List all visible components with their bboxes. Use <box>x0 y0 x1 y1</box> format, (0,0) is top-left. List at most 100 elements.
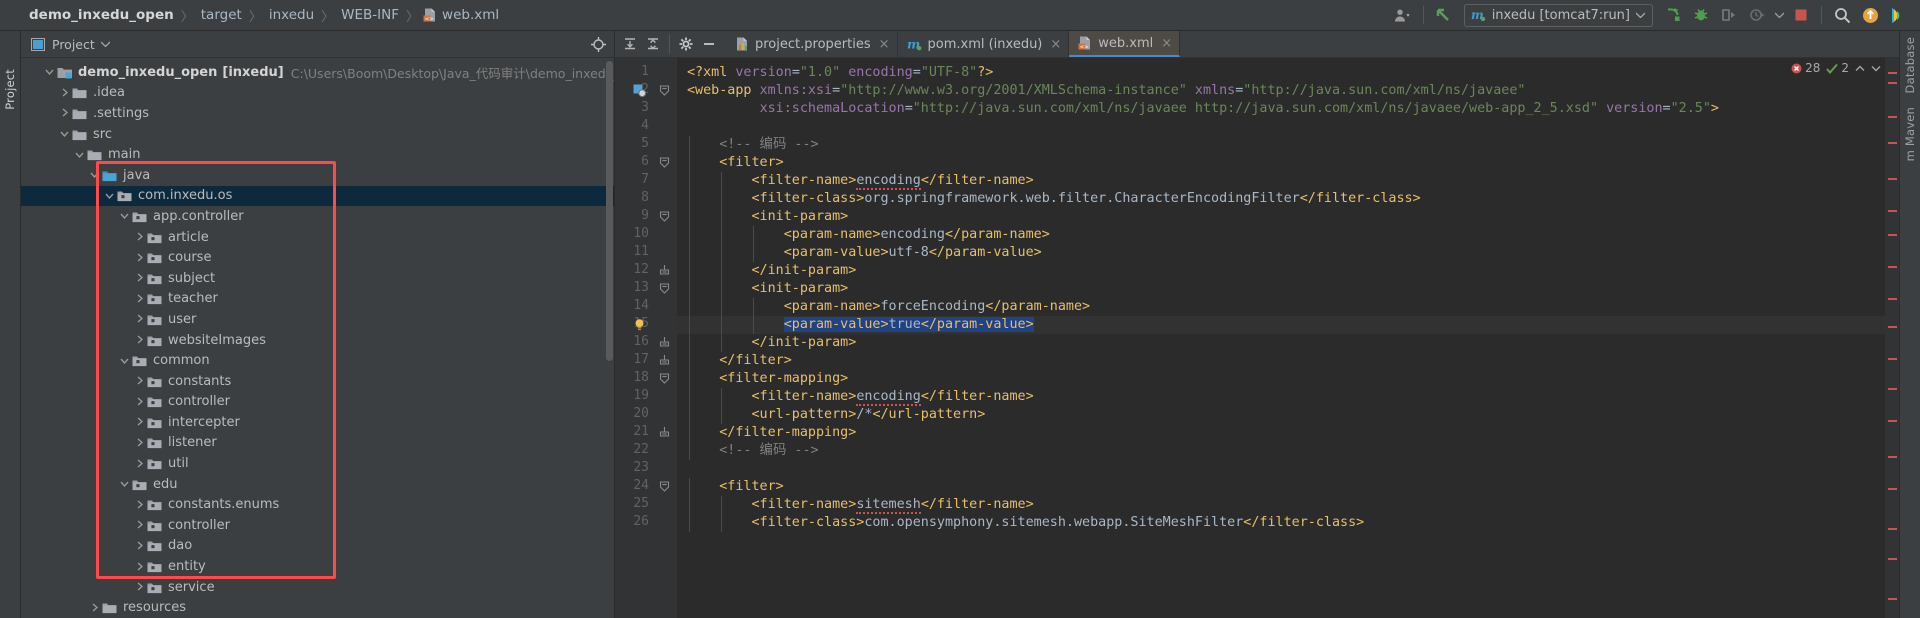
chevron-up-icon[interactable] <box>1855 65 1865 72</box>
code-line[interactable]: <init-param> <box>687 280 848 298</box>
fold-collapse-icon[interactable] <box>659 481 670 492</box>
chevron-down-icon[interactable] <box>88 170 101 180</box>
chevron-right-icon[interactable] <box>133 541 146 551</box>
chevron-down-icon[interactable] <box>118 356 131 366</box>
code-line[interactable]: <filter-name>sitemesh</filter-name> <box>687 496 1034 514</box>
back-arrow-icon[interactable] <box>1430 2 1458 28</box>
chevron-right-icon[interactable] <box>133 253 146 263</box>
breadcrumb-item-inxedu[interactable]: inxedu <box>262 7 321 23</box>
chevron-right-icon[interactable] <box>133 500 146 510</box>
code-line[interactable]: </filter> <box>687 352 792 370</box>
tree-row[interactable]: resources <box>21 597 614 618</box>
minus-icon[interactable] <box>698 33 720 55</box>
chevron-right-icon[interactable] <box>133 397 146 407</box>
code-line[interactable]: <!-- 编码 --> <box>687 136 818 154</box>
code-line[interactable]: <!-- 编码 --> <box>687 442 818 460</box>
tree-row[interactable]: service <box>21 577 614 598</box>
chevron-right-icon[interactable] <box>133 335 146 345</box>
tree-row[interactable]: edu <box>21 474 614 495</box>
tree-row[interactable]: entity <box>21 556 614 577</box>
tree-row[interactable]: demo_inxedu_open [inxedu] C:\Users\Boom\De… <box>21 62 614 83</box>
fold-collapse-icon[interactable] <box>659 373 670 384</box>
code-line[interactable]: <?xml version="1.0" encoding="UTF-8"?> <box>687 64 993 82</box>
error-stripe-mark[interactable] <box>1888 210 1897 212</box>
run-button[interactable] <box>1659 2 1687 28</box>
code-line[interactable]: <url-pattern>/*</url-pattern> <box>687 406 985 424</box>
tree-row[interactable]: java <box>21 165 614 186</box>
error-stripe-mark[interactable] <box>1888 72 1897 74</box>
code-line[interactable]: <filter-class>com.opensymphony.sitemesh.… <box>687 514 1364 532</box>
tree-row-selected[interactable]: com.inxedu.os <box>21 185 614 207</box>
editor-tab-pom-xml-inxedu-[interactable]: m pom.xml (inxedu) × <box>898 31 1070 57</box>
run-configuration-selector[interactable]: m inxedu [tomcat7:run] <box>1463 3 1653 27</box>
breadcrumb-item-web-xml[interactable]: <> web.xml <box>419 7 506 23</box>
error-stripe-mark[interactable] <box>1888 598 1897 600</box>
search-icon[interactable] <box>1828 2 1856 28</box>
coverage-icon[interactable] <box>1715 2 1743 28</box>
tree-row[interactable]: intercepter <box>21 412 614 433</box>
tree-row[interactable]: websiteImages <box>21 330 614 351</box>
tree-row[interactable]: constants.enums <box>21 494 614 515</box>
tree-row[interactable]: user <box>21 309 614 330</box>
editor-gutter[interactable]: 1234567891011121314151617181920212223242… <box>615 58 677 618</box>
inspection-widget[interactable]: 28 2 <box>1791 61 1881 75</box>
tree-row[interactable]: common <box>21 350 614 371</box>
code-content[interactable]: <?xml version="1.0" encoding="UTF-8"?> <w… <box>677 58 1885 618</box>
close-icon[interactable]: × <box>879 37 890 52</box>
stop-square-icon[interactable] <box>1787 2 1815 28</box>
user-profile-icon[interactable] <box>1389 2 1417 28</box>
chevron-down-icon[interactable] <box>43 67 56 77</box>
error-stripe-mark[interactable] <box>1888 142 1897 144</box>
code-line[interactable]: <param-value>utf-8</param-value> <box>687 244 1042 262</box>
chevron-right-icon[interactable] <box>133 438 146 448</box>
chevron-right-icon[interactable] <box>133 459 146 469</box>
chevron-right-icon[interactable] <box>133 273 146 283</box>
tree-row[interactable]: app.controller <box>21 206 614 227</box>
breadcrumb-item-target[interactable]: target <box>194 7 249 23</box>
chevron-right-icon[interactable] <box>133 520 146 530</box>
code-line[interactable]: <param-value>true</param-value> <box>687 316 1034 334</box>
code-line[interactable]: <filter-mapping> <box>687 370 848 388</box>
code-line[interactable]: <web-app xmlns:xsi="http://www.w3.org/20… <box>687 82 1525 100</box>
intellij-logo-icon[interactable] <box>1884 2 1912 28</box>
fold-collapse-icon[interactable] <box>659 157 670 168</box>
fold-end-marker[interactable] <box>659 427 670 438</box>
close-icon[interactable]: × <box>1161 36 1172 51</box>
code-line[interactable]: <param-name>encoding</param-name> <box>687 226 1050 244</box>
chevron-down-icon[interactable] <box>1871 65 1881 72</box>
code-line[interactable]: <filter-name>encoding</filter-name> <box>687 172 1034 190</box>
gear-icon[interactable] <box>675 33 697 55</box>
profiler-icon[interactable] <box>1743 2 1771 28</box>
chevron-down-icon[interactable] <box>103 191 116 201</box>
tool-window-button-database[interactable]: Database <box>1903 37 1917 93</box>
error-stripe-mark[interactable] <box>1888 488 1897 490</box>
debug-bug-icon[interactable] <box>1687 2 1715 28</box>
tree-row[interactable]: src <box>21 124 614 145</box>
error-stripe-mark[interactable] <box>1888 298 1897 300</box>
expand-all-icon[interactable] <box>619 33 641 55</box>
error-stripe-mark[interactable] <box>1888 388 1897 390</box>
fold-end-marker[interactable] <box>659 355 670 366</box>
chevron-right-icon[interactable] <box>133 376 146 386</box>
chevron-right-icon[interactable] <box>133 417 146 427</box>
tree-row[interactable]: controller <box>21 515 614 536</box>
code-line[interactable]: </filter-mapping> <box>687 424 856 442</box>
error-stripe-mark[interactable] <box>1888 558 1897 560</box>
error-stripe-mark[interactable] <box>1888 358 1897 360</box>
breadcrumb-item-web-inf[interactable]: WEB-INF <box>334 7 406 23</box>
chevron-right-icon[interactable] <box>133 314 146 324</box>
tree-row[interactable]: main <box>21 144 614 165</box>
chevron-down-icon[interactable] <box>58 129 71 139</box>
tree-row[interactable]: .idea <box>21 83 614 104</box>
code-line[interactable]: <filter-class>org.springframework.web.fi… <box>687 190 1420 208</box>
fold-collapse-icon[interactable] <box>659 283 670 294</box>
code-line[interactable]: </init-param> <box>687 334 856 352</box>
xml-schema-icon[interactable] <box>633 84 646 97</box>
scrollbar-thumb[interactable] <box>606 61 613 361</box>
editor-tab-project-properties[interactable]: project.properties × <box>726 31 898 57</box>
chevron-right-icon[interactable] <box>88 603 101 613</box>
tree-row[interactable]: dao <box>21 536 614 557</box>
chevron-down-icon[interactable] <box>100 41 110 47</box>
project-tree[interactable]: demo_inxedu_open [inxedu] C:\Users\Boom\De… <box>21 58 614 618</box>
chevron-right-icon[interactable] <box>133 582 146 592</box>
